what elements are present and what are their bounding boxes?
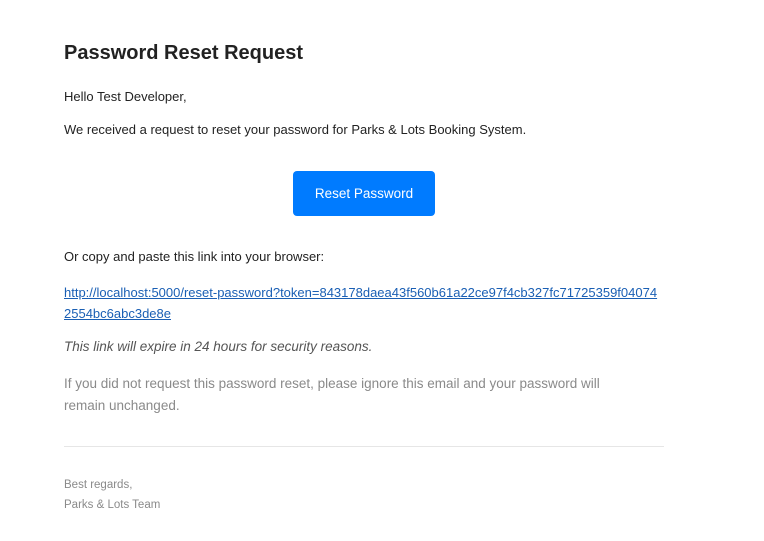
expiry-note: This link will expire in 24 hours for se… xyxy=(64,339,373,354)
copy-link-instruction: Or copy and paste this link into your br… xyxy=(64,249,325,264)
email-title: Password Reset Request xyxy=(64,42,303,64)
email-body: Password Reset Request Hello Test Develo… xyxy=(0,0,764,541)
reset-password-button[interactable]: Reset Password xyxy=(293,171,435,216)
signoff-text: Best regards, xyxy=(64,479,133,491)
intro-text: We received a request to reset your pass… xyxy=(64,122,527,137)
reset-password-link[interactable]: http://localhost:5000/reset-password?tok… xyxy=(64,282,664,324)
footer-divider xyxy=(64,446,664,447)
ignore-note: If you did not request this password res… xyxy=(64,376,600,413)
team-signature: Parks & Lots Team xyxy=(64,499,161,511)
greeting-text: Hello Test Developer, xyxy=(64,89,187,104)
